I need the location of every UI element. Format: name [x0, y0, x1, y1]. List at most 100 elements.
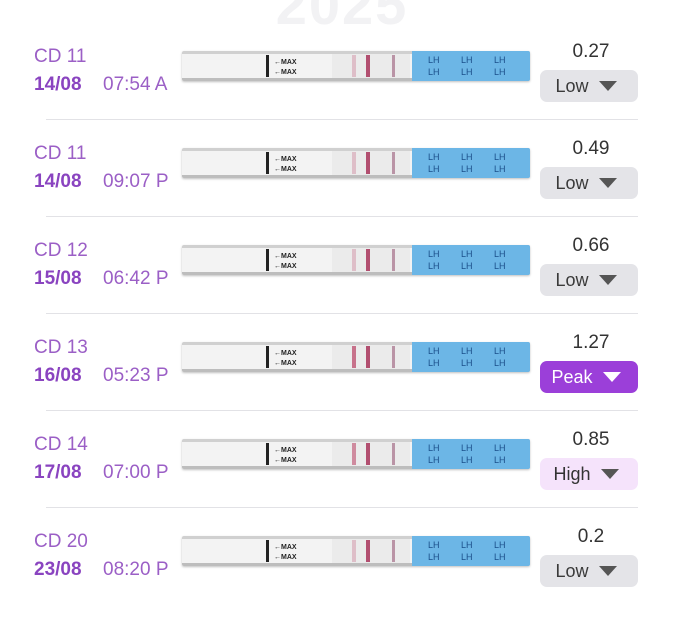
lh-label: LH: [428, 249, 440, 259]
test-time: 06:42 P: [103, 268, 169, 289]
year-heading: 2025: [275, 0, 409, 36]
lh-ratio-value: 0.49: [572, 138, 610, 159]
level-dropdown-label: Low: [555, 269, 589, 290]
test-time: 08:20 P: [103, 559, 169, 580]
max-label: ←MAX: [274, 457, 297, 464]
cycle-day-label: CD 11: [34, 143, 87, 164]
max-line-mark: [266, 346, 269, 368]
lh-label: LH: [494, 55, 506, 65]
level-dropdown-label: Low: [555, 560, 589, 581]
row-divider: [46, 313, 638, 314]
lh-label: LH: [494, 261, 506, 271]
result-window: [332, 345, 410, 369]
lh-label: LH: [461, 152, 473, 162]
lh-label: LH: [428, 552, 440, 562]
lh-ratio-value: 1.27: [572, 332, 610, 353]
level-dropdown[interactable]: Low: [540, 555, 638, 587]
lh-label: LH: [461, 358, 473, 368]
max-label: ←MAX: [274, 253, 297, 260]
control-line: [366, 443, 370, 465]
test-strip-photo[interactable]: ←MAX ←MAX LH LH LH LH LH LH: [182, 342, 530, 372]
lh-label: LH: [428, 443, 440, 453]
max-label: ←MAX: [274, 554, 297, 561]
test-time: 07:00 P: [103, 462, 169, 483]
test-date: 15/08: [34, 268, 82, 289]
lh-ratio-value: 0.85: [572, 429, 610, 450]
test-time: 05:23 P: [103, 365, 169, 386]
lh-label: LH: [461, 55, 473, 65]
result-window: [332, 54, 410, 78]
lh-label: LH: [461, 443, 473, 453]
max-label: ←MAX: [274, 544, 297, 551]
lh-ratio-value: 0.2: [577, 526, 605, 547]
lh-label: LH: [428, 261, 440, 271]
max-line-mark: [266, 55, 269, 77]
lh-ratio-value: 0.27: [572, 41, 610, 62]
test-strip-photo[interactable]: ←MAX ←MAX LH LH LH LH LH LH: [182, 148, 530, 178]
row-divider: [46, 119, 638, 120]
level-dropdown[interactable]: Low: [540, 264, 638, 296]
level-dropdown-label: High: [553, 463, 591, 484]
lh-label: LH: [428, 67, 440, 77]
row-divider: [46, 410, 638, 411]
max-label: ←MAX: [274, 156, 297, 163]
max-line-mark: [266, 152, 269, 174]
cycle-day-label: CD 14: [34, 434, 88, 455]
test-time: 09:07 P: [103, 171, 169, 192]
max-label: ←MAX: [274, 69, 297, 76]
lh-label: LH: [494, 358, 506, 368]
cycle-day-label: CD 20: [34, 531, 88, 552]
caret-down-icon: [598, 81, 617, 91]
lh-label: LH: [461, 552, 473, 562]
lh-label: LH: [494, 67, 506, 77]
lh-label: LH: [494, 152, 506, 162]
test-strip-photo[interactable]: ←MAX ←MAX LH LH LH LH LH LH: [182, 536, 530, 566]
lh-label: LH: [428, 152, 440, 162]
test-time: 07:54 A: [103, 74, 168, 95]
max-line-mark: [266, 249, 269, 271]
test-line: [352, 346, 356, 368]
level-dropdown-label: Low: [555, 172, 589, 193]
lh-label: LH: [494, 540, 506, 550]
test-result-row[interactable]: CD 20 23/08 08:20 P ←MAX ←MAX LH LH LH LH LH LH 0.2…: [0, 521, 684, 618]
result-window: [332, 151, 410, 175]
level-dropdown[interactable]: High: [540, 458, 638, 490]
max-label: ←MAX: [274, 360, 297, 367]
test-date: 16/08: [34, 365, 82, 386]
result-window: [332, 248, 410, 272]
test-date: 17/08: [34, 462, 82, 483]
row-divider: [46, 216, 638, 217]
max-label: ←MAX: [274, 447, 297, 454]
lh-label: LH: [428, 540, 440, 550]
max-line-mark: [266, 443, 269, 465]
lh-label: LH: [461, 346, 473, 356]
control-line: [366, 540, 370, 562]
test-strip-photo[interactable]: ←MAX ←MAX LH LH LH LH LH LH: [182, 439, 530, 469]
test-strip-photo[interactable]: ←MAX ←MAX LH LH LH LH LH LH: [182, 245, 530, 275]
test-line: [352, 249, 356, 271]
lh-label: LH: [461, 540, 473, 550]
max-label: ←MAX: [274, 166, 297, 173]
level-dropdown[interactable]: Peak: [540, 361, 638, 393]
max-label: ←MAX: [274, 263, 297, 270]
lh-label: LH: [461, 249, 473, 259]
test-line: [352, 152, 356, 174]
result-window: [332, 442, 410, 466]
lh-label: LH: [428, 164, 440, 174]
lh-label: LH: [461, 67, 473, 77]
control-line: [366, 249, 370, 271]
lh-label: LH: [494, 249, 506, 259]
test-line: [352, 443, 356, 465]
test-strip-photo[interactable]: ←MAX ←MAX LH LH LH LH LH LH: [182, 51, 530, 81]
test-line: [352, 540, 356, 562]
lh-label: LH: [461, 455, 473, 465]
cycle-day-label: CD 11: [34, 46, 87, 67]
level-dropdown[interactable]: Low: [540, 70, 638, 102]
level-dropdown-label: Peak: [551, 366, 593, 387]
lh-label: LH: [428, 346, 440, 356]
test-date: 23/08: [34, 559, 82, 580]
lh-label: LH: [494, 455, 506, 465]
control-line: [366, 152, 370, 174]
lh-label: LH: [428, 358, 440, 368]
level-dropdown[interactable]: Low: [540, 167, 638, 199]
